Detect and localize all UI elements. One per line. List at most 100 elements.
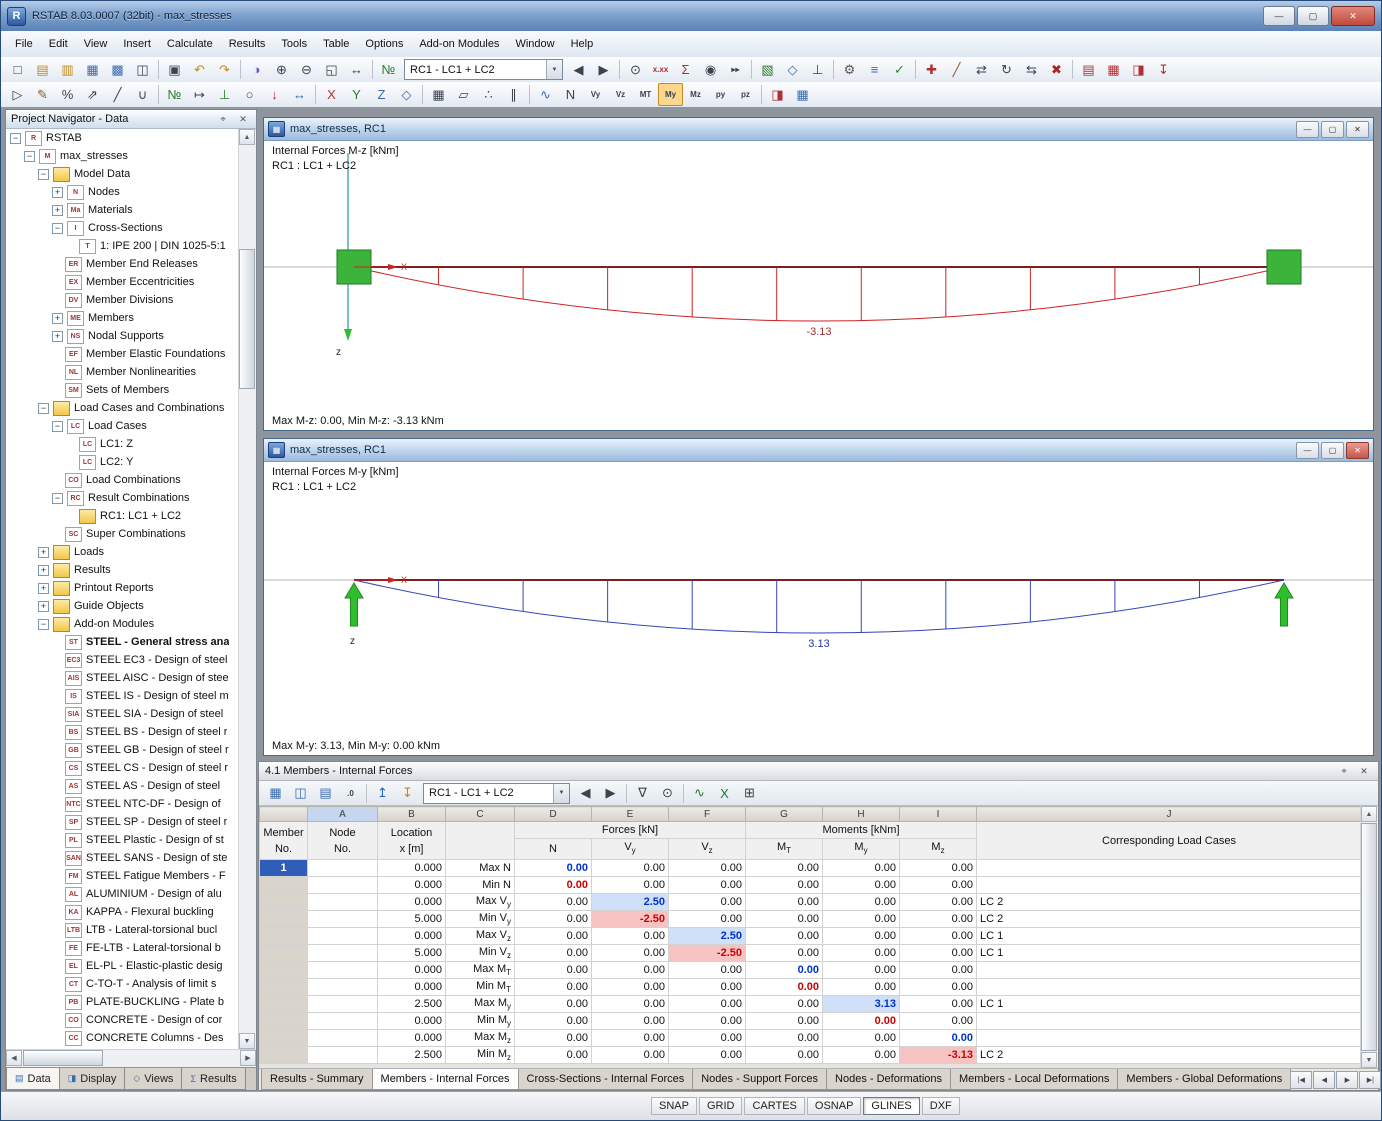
value-cell[interactable]: 0.00: [900, 1030, 977, 1047]
scroll-up-icon[interactable]: ▲: [1361, 806, 1377, 822]
value-cell[interactable]: 0.00: [900, 1013, 977, 1030]
tree-item-cross-sections[interactable]: −ICross-Sections: [6, 219, 239, 237]
value-cell[interactable]: 0.00: [592, 962, 669, 979]
import-icon[interactable]: ▥: [55, 58, 80, 81]
extreme-type-cell[interactable]: Min N: [446, 877, 515, 894]
menu-options[interactable]: Options: [357, 35, 411, 53]
value-cell[interactable]: 0.00: [823, 894, 900, 911]
column-header[interactable]: MemberNo.: [260, 822, 308, 860]
value-cell[interactable]: 0.00: [669, 996, 746, 1013]
normal-force-toggle[interactable]: N: [558, 83, 583, 106]
value-cell[interactable]: 2.50: [669, 928, 746, 945]
search-icon[interactable]: ⊙: [655, 782, 680, 805]
value-cell[interactable]: 0.00: [592, 860, 669, 877]
value-cell[interactable]: 0.00: [515, 996, 592, 1013]
tree-item-guide-objects[interactable]: +Guide Objects: [6, 597, 239, 615]
value-cell[interactable]: 0.00: [515, 1047, 592, 1064]
zoom-window-icon[interactable]: ◱: [319, 58, 344, 81]
member-cell[interactable]: [260, 894, 308, 911]
connect-members-icon[interactable]: ∪: [130, 83, 155, 106]
member-cell[interactable]: [260, 1013, 308, 1030]
tree-item-loads[interactable]: +Loads: [6, 543, 239, 561]
tree-item-results[interactable]: +Results: [6, 561, 239, 579]
value-cell[interactable]: 0.00: [900, 860, 977, 877]
value-cell[interactable]: 0.00: [592, 1013, 669, 1030]
value-cell[interactable]: 0.00: [592, 996, 669, 1013]
table-toggle-icon[interactable]: ▦: [790, 83, 815, 106]
control-panel-toggle-icon[interactable]: ◨: [765, 83, 790, 106]
filter-icon[interactable]: ∇: [630, 782, 655, 805]
close-panel-icon[interactable]: ✕: [1356, 764, 1372, 779]
table-tab-nodes-deformations[interactable]: Nodes - Deformations: [826, 1069, 951, 1090]
table-tab-members-internal-forces[interactable]: Members - Internal Forces: [372, 1069, 519, 1090]
value-cell[interactable]: 0.00: [515, 877, 592, 894]
expand-icon[interactable]: +: [52, 187, 63, 198]
jump-to-graphic-icon[interactable]: ↥: [370, 782, 395, 805]
pin-icon[interactable]: ⌖: [1336, 764, 1352, 779]
member-cell[interactable]: [260, 962, 308, 979]
value-cell[interactable]: -2.50: [592, 911, 669, 928]
close-button[interactable]: ✕: [1346, 121, 1369, 138]
next-load-case-icon[interactable]: ▶: [591, 58, 616, 81]
expand-icon[interactable]: +: [52, 313, 63, 324]
location-cell[interactable]: 0.000: [378, 962, 446, 979]
table-tab-nodes-support-forces[interactable]: Nodes - Support Forces: [692, 1069, 827, 1090]
zoom-out-icon[interactable]: ⊖: [294, 58, 319, 81]
tree-item-steel-plastic-design-of-st[interactable]: PLSTEEL Plastic - Design of st: [6, 831, 239, 849]
select-arrow-icon[interactable]: ▷: [5, 83, 30, 106]
member-orientation-icon[interactable]: ↦: [187, 83, 212, 106]
view-x-icon[interactable]: X: [319, 83, 344, 106]
table-load-case-combo[interactable]: RC1 - LC1 + LC2▼: [423, 783, 570, 804]
close-panel-icon[interactable]: ✕: [235, 112, 251, 127]
node-cell[interactable]: [308, 979, 378, 996]
tree-item-1-ipe-200-din-1025-5-1[interactable]: T1: IPE 200 | DIN 1025-5:1: [6, 237, 239, 255]
status-toggle-glines[interactable]: GLINES: [863, 1097, 919, 1115]
close-button[interactable]: ✕: [1331, 6, 1375, 26]
extreme-type-cell[interactable]: Min My: [446, 1013, 515, 1030]
menu-view[interactable]: View: [76, 35, 116, 53]
scrollbar-thumb[interactable]: [239, 249, 255, 389]
menu-help[interactable]: Help: [563, 35, 602, 53]
table-tab-results-summary[interactable]: Results - Summary: [261, 1069, 373, 1090]
extreme-type-cell[interactable]: Max MT: [446, 962, 515, 979]
column-letter-d[interactable]: D: [515, 807, 592, 822]
column-header[interactable]: Corresponding Load Cases: [977, 822, 1362, 860]
tree-item-member-nonlinearities[interactable]: NLMember Nonlinearities: [6, 363, 239, 381]
load-case-cell[interactable]: LC 2: [977, 1047, 1362, 1064]
numbering-icon[interactable]: №: [376, 58, 401, 81]
load-case-cell[interactable]: [977, 877, 1362, 894]
previous-member-icon[interactable]: ◀: [573, 782, 598, 805]
table-tab-cross-sections-internal-forces[interactable]: Cross-Sections - Internal Forces: [518, 1069, 694, 1090]
node-cell[interactable]: [308, 945, 378, 962]
visibility-icon[interactable]: ▧: [755, 58, 780, 81]
column-letter-j[interactable]: J: [977, 807, 1362, 822]
table-tab-members-local-deformations[interactable]: Members - Local Deformations: [950, 1069, 1118, 1090]
scroll-right-icon[interactable]: ▶: [240, 1050, 256, 1066]
result-diagram-icon[interactable]: ∿: [533, 83, 558, 106]
column-letter-e[interactable]: E: [592, 807, 669, 822]
print-icon[interactable]: ◫: [130, 58, 155, 81]
value-cell[interactable]: 0.00: [900, 894, 977, 911]
save-icon[interactable]: ▦: [80, 58, 105, 81]
decimal-places-icon[interactable]: .0: [338, 782, 363, 805]
value-cell[interactable]: 0.00: [900, 979, 977, 996]
value-cell[interactable]: 0.00: [823, 979, 900, 996]
viewport2-canvas[interactable]: Internal Forces M-y [kNm] RC1 : LC1 + LC…: [264, 462, 1373, 755]
scroll-down-icon[interactable]: ▼: [239, 1033, 255, 1049]
column-header[interactable]: Vz: [669, 839, 746, 860]
menu-file[interactable]: File: [7, 35, 41, 53]
generate-model-icon[interactable]: ⚙: [837, 58, 862, 81]
extreme-type-cell[interactable]: Max My: [446, 996, 515, 1013]
value-cell[interactable]: 0.00: [746, 945, 823, 962]
extreme-type-cell[interactable]: Max Mz: [446, 1030, 515, 1047]
value-cell[interactable]: 0.00: [746, 928, 823, 945]
member-cell[interactable]: [260, 928, 308, 945]
tab-nav-button[interactable]: ◀: [1313, 1071, 1335, 1089]
location-cell[interactable]: 5.000: [378, 945, 446, 962]
collapse-icon[interactable]: −: [10, 133, 21, 144]
status-toggle-snap[interactable]: SNAP: [651, 1097, 697, 1115]
menu-window[interactable]: Window: [507, 35, 562, 53]
scroll-left-icon[interactable]: ◀: [6, 1050, 22, 1066]
column-header[interactable]: Forces [kN]: [515, 822, 746, 839]
location-cell[interactable]: 2.500: [378, 996, 446, 1013]
